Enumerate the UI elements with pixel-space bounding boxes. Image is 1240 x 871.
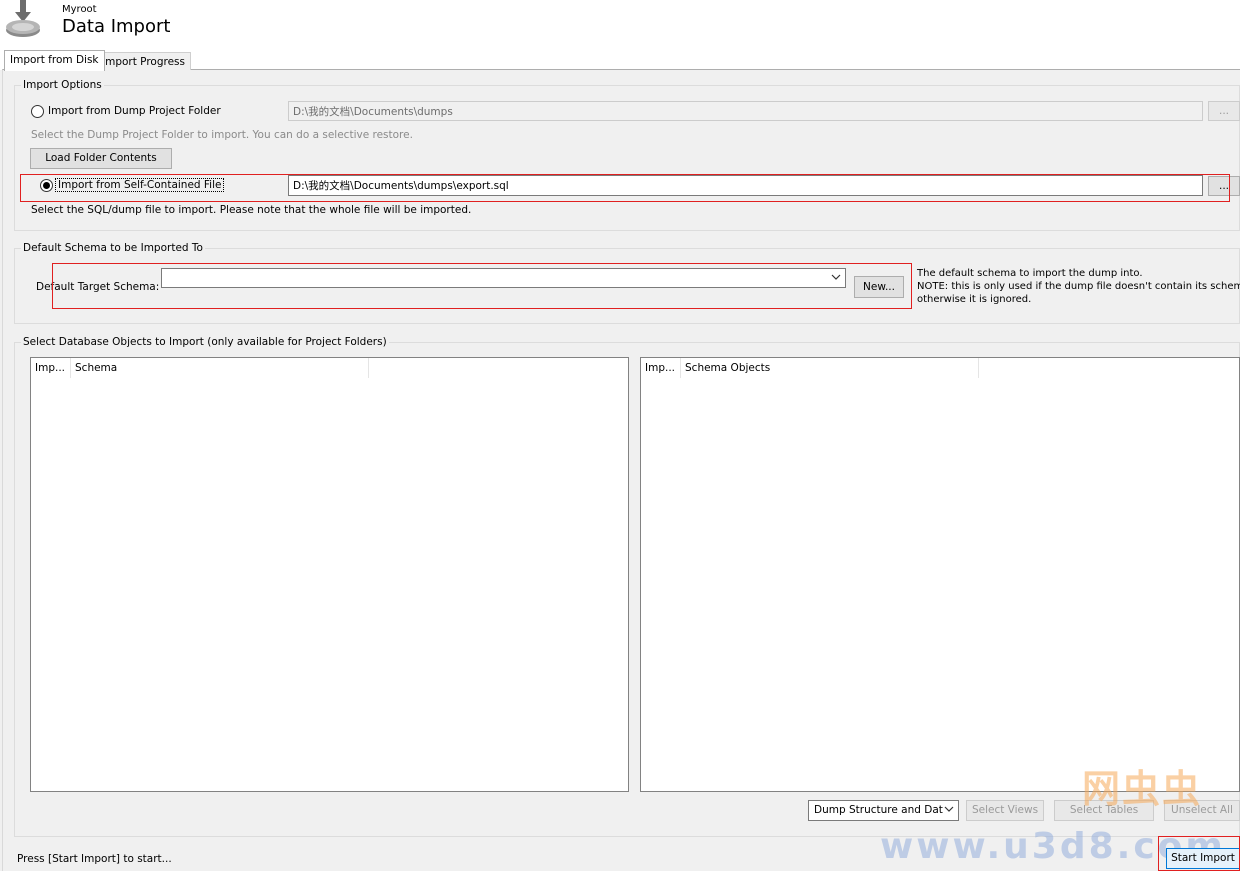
tab-import-from-disk[interactable]: Import from Disk [4, 50, 105, 71]
dump-folder-path-input[interactable]: D:\我的文档\Documents\dumps [288, 101, 1203, 121]
header-bar [0, 0, 1240, 48]
self-contained-hint: Select the SQL/dump file to import. Plea… [31, 204, 472, 216]
load-folder-contents-button[interactable]: Load Folder Contents [30, 148, 172, 169]
objects-list-col-objects[interactable]: Schema Objects [681, 358, 979, 378]
default-target-schema-label: Default Target Schema: [36, 281, 160, 293]
dump-folder-browse-button[interactable]: ... [1208, 101, 1240, 121]
page-title: Data Import [62, 16, 171, 37]
objects-list-col-import[interactable]: Imp... [641, 358, 681, 378]
tab-import-progress[interactable]: Import Progress [96, 52, 191, 70]
import-options-label: Import Options [21, 79, 104, 91]
chevron-down-icon [831, 274, 841, 280]
start-import-button[interactable]: Start Import [1166, 848, 1240, 869]
default-target-schema-select[interactable] [161, 268, 846, 288]
dump-folder-label[interactable]: Import from Dump Project Folder [48, 105, 221, 117]
schema-objects-list[interactable]: Imp... Schema Objects [640, 357, 1240, 792]
schema-list-col-schema[interactable]: Schema [71, 358, 369, 378]
schema-note-line-2: NOTE: this is only used if the dump file… [917, 281, 1240, 292]
schema-list[interactable]: Imp... Schema [30, 357, 629, 792]
schema-note-line-3: otherwise it is ignored. [917, 294, 1032, 305]
self-contained-browse-button[interactable]: ... [1208, 176, 1240, 196]
dump-mode-select[interactable]: Dump Structure and Dat [808, 800, 959, 821]
connection-name: Myroot [62, 4, 97, 15]
chevron-down-icon [944, 806, 954, 812]
watermark-logo: 网虫虫 [1082, 767, 1203, 811]
self-contained-radio[interactable] [40, 179, 53, 192]
default-schema-label: Default Schema to be Imported To [21, 242, 205, 254]
status-text: Press [Start Import] to start... [17, 853, 172, 865]
download-disk-icon [6, 0, 40, 37]
select-views-button[interactable]: Select Views [966, 800, 1044, 821]
dump-mode-value: Dump Structure and Dat [814, 804, 943, 816]
schema-list-col-import[interactable]: Imp... [31, 358, 71, 378]
objects-group-label: Select Database Objects to Import (only … [21, 336, 389, 348]
self-contained-path-input[interactable]: D:\我的文档\Documents\dumps\export.sql [288, 175, 1203, 196]
self-contained-label[interactable]: Import from Self-Contained File [55, 178, 225, 192]
dump-folder-hint: Select the Dump Project Folder to import… [31, 129, 413, 141]
dump-folder-radio[interactable] [31, 105, 44, 118]
schema-note-line-1: The default schema to import the dump in… [917, 268, 1143, 279]
new-schema-button[interactable]: New... [854, 276, 904, 298]
